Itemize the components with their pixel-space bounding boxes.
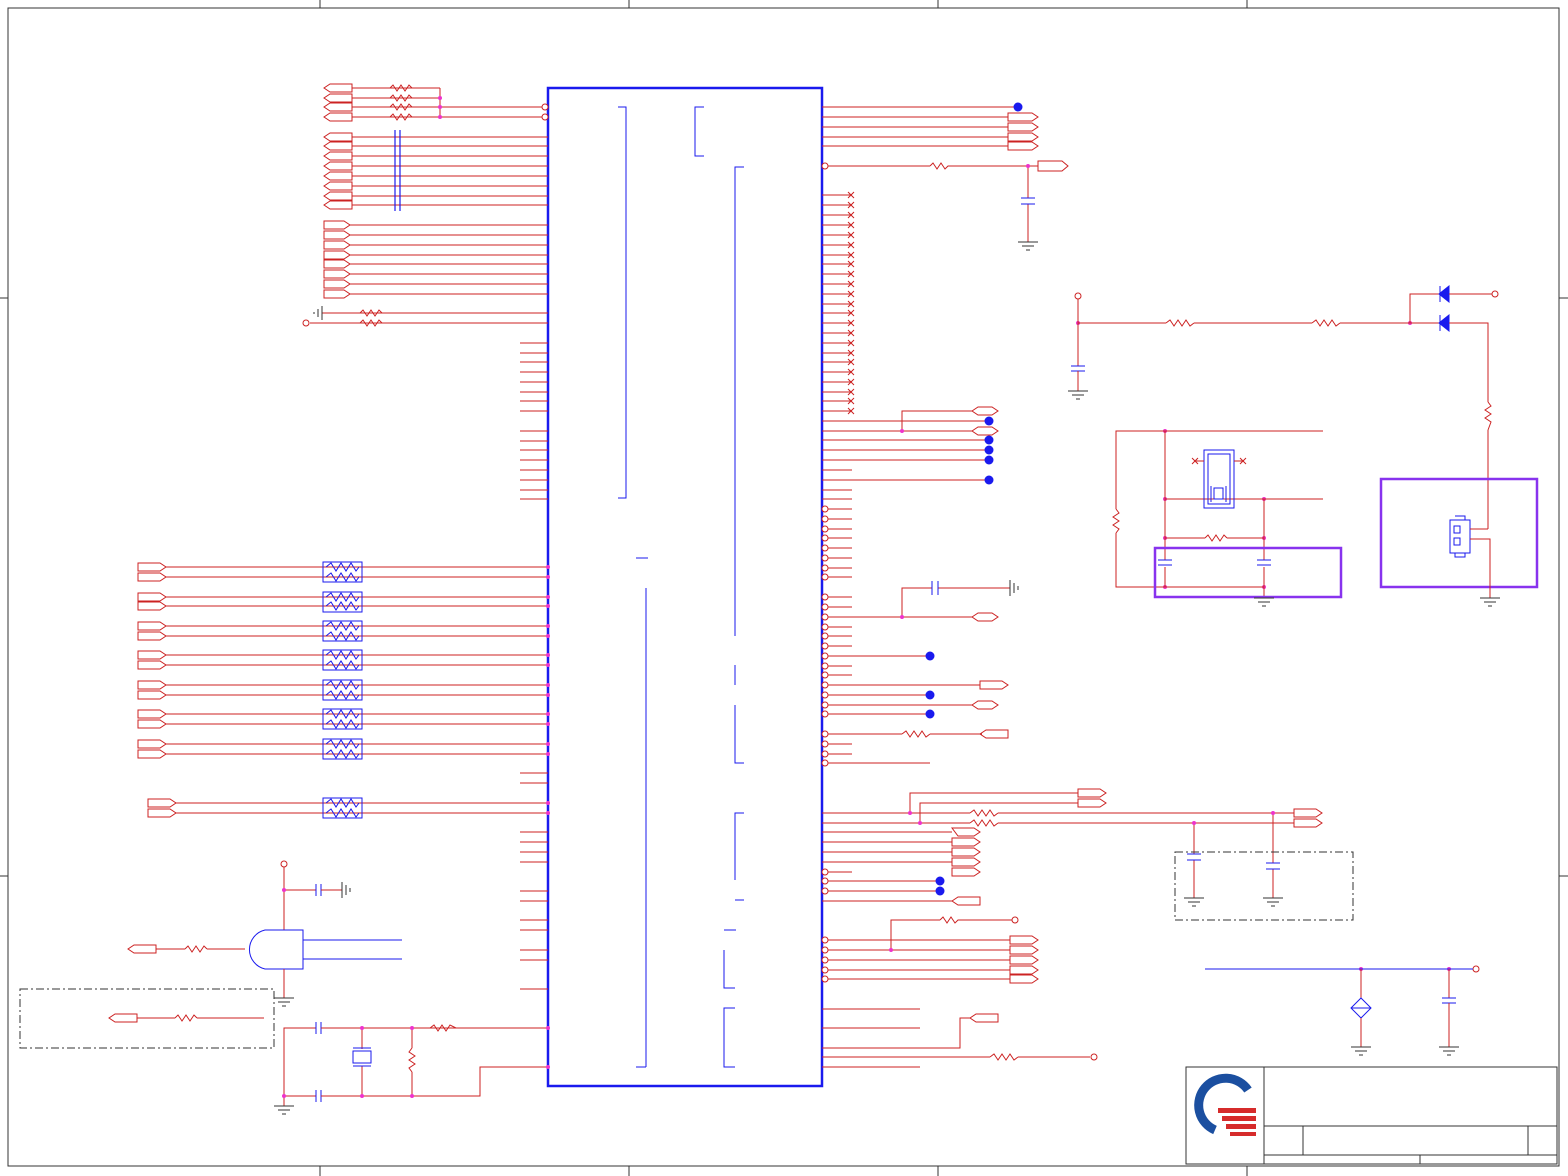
sheet-frame (0, 0, 1568, 1176)
no-connect-marks (822, 191, 855, 415)
diode-filter-section (1068, 284, 1492, 529)
connector-section (1379, 477, 1539, 607)
left-offpage-connectors (108, 83, 353, 1023)
ferrite-beads (322, 561, 363, 819)
company-logo (1194, 1073, 1256, 1136)
reset-gate-section (19, 306, 430, 1115)
oscillator-section (1112, 430, 1343, 607)
right-offpage-connectors (951, 112, 1323, 1023)
main-ic (546, 86, 824, 1088)
capacitor-array (394, 130, 401, 211)
net-dots (925, 102, 1023, 896)
power-section (1205, 968, 1473, 1056)
pin-bubbles (541, 103, 1499, 1061)
schematic-canvas (0, 0, 1568, 1176)
left-resistors (174, 84, 457, 1073)
right-passives (901, 162, 1354, 1061)
